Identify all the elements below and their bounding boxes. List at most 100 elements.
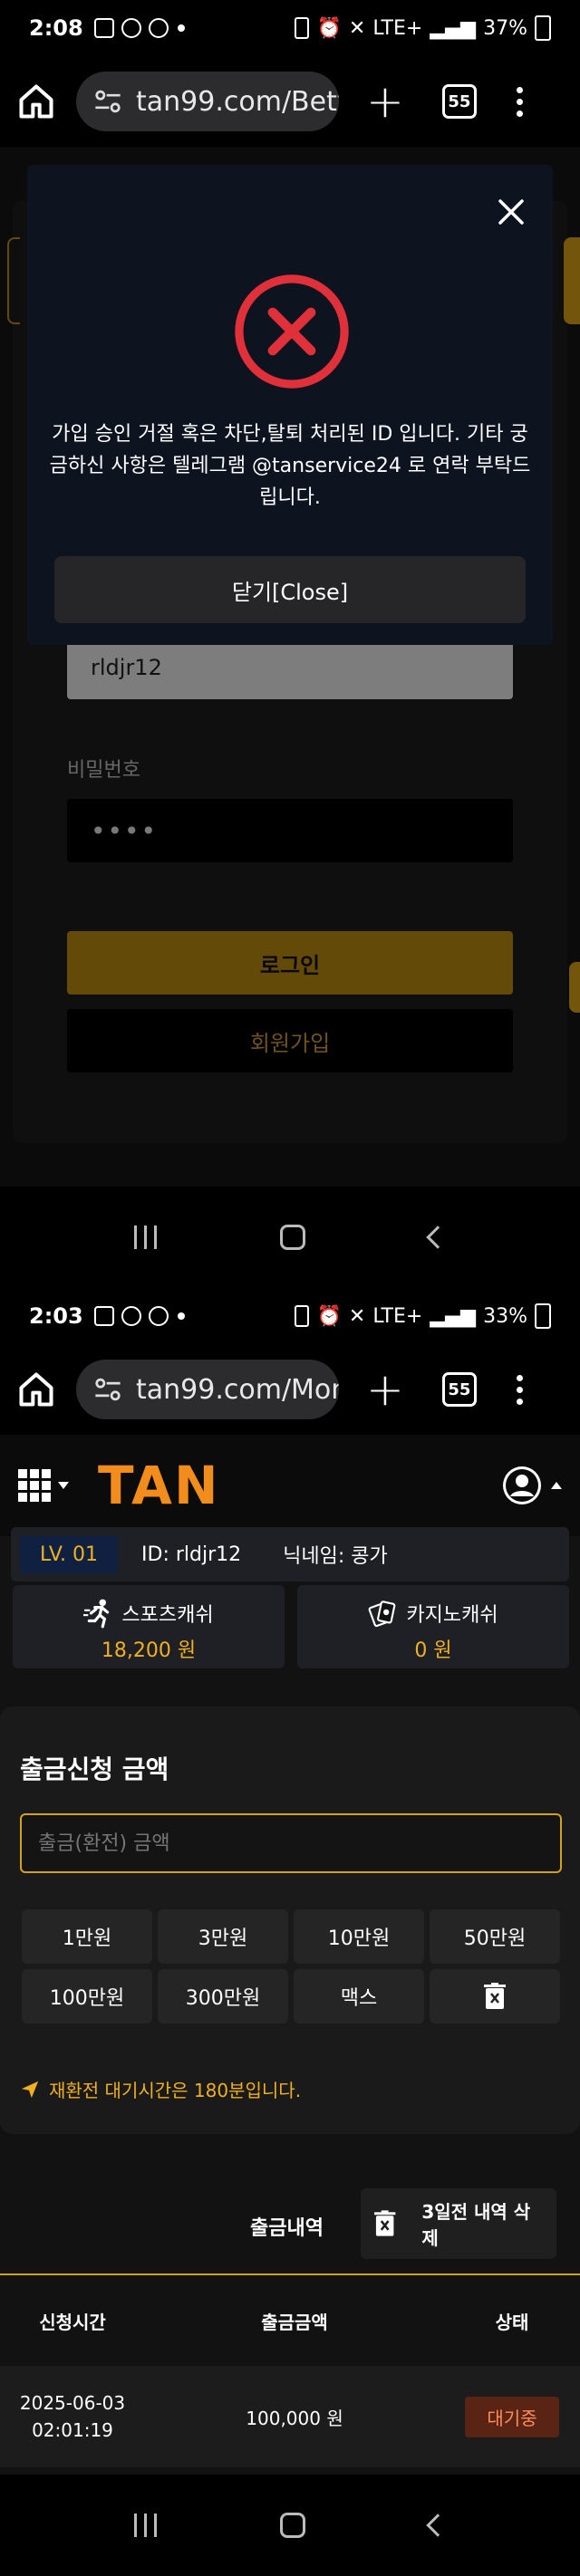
- screenshot-withdraw: 2:03 ⏰ ✕ LTE+ ▂▄▆ 33% tan99.com/Mone + 5…: [0, 1288, 580, 2576]
- home-icon[interactable]: [16, 82, 56, 121]
- account-info-bar: LV. 01 ID: rldjr12 닉네임: 콩가: [11, 1527, 569, 1581]
- battery-icon: [535, 1303, 551, 1329]
- notification-icons: [93, 1306, 169, 1326]
- status-bar: 2:08 ⏰ ✕ LTE+ ▂▄▆ 37%: [0, 0, 580, 56]
- amount-button-100k[interactable]: 10만원: [294, 1909, 424, 1964]
- screenshot-login-error: 2:08 ⏰ ✕ LTE+ ▂▄▆ 37% tan99.com/Bettin +…: [0, 0, 580, 1288]
- history-title: 출금내역: [250, 2217, 324, 2240]
- back-icon[interactable]: [426, 2514, 450, 2537]
- status-right: ⏰ ✕ LTE+ ▂▄▆ 33%: [295, 1303, 551, 1329]
- error-icon: [235, 274, 349, 389]
- android-nav-bar: [0, 1187, 580, 1288]
- more-notifications-dot: [177, 1312, 185, 1320]
- table-row: 2025-06-03 02:01:19 100,000 원 대기중: [0, 2366, 580, 2467]
- amount-button-1m[interactable]: 100만원: [22, 1969, 152, 2023]
- column-header: 출금금액: [261, 2311, 328, 2333]
- trash-icon: [484, 1983, 506, 2009]
- notice-text: 재환전 대기시간은 180분입니다.: [49, 2080, 302, 2101]
- battery-icon: [535, 15, 551, 41]
- chevron-down-icon[interactable]: [551, 1482, 562, 1489]
- amount-button-10k[interactable]: 1만원: [22, 1909, 152, 1964]
- withdraw-amount-input[interactable]: [20, 1813, 562, 1873]
- sports-cash-card[interactable]: 스포츠캐쉬 18,200 원: [13, 1585, 285, 1668]
- sports-cash-value: 18,200 원: [101, 1639, 197, 1662]
- site-logo[interactable]: TAN: [98, 1455, 220, 1516]
- new-tab-icon[interactable]: +: [366, 79, 404, 124]
- amount-buttons: 1만원 3만원 10만원 50만원 100만원 300만원 맥스: [22, 1909, 562, 2023]
- history-header: 출금내역 3일전 내역 삭제: [0, 2187, 580, 2259]
- url-text: tan99.com/Mone: [136, 1373, 339, 1406]
- delete-history-button[interactable]: 3일전 내역 삭제: [361, 2188, 556, 2259]
- tab-switcher-button[interactable]: 55: [441, 84, 477, 119]
- back-icon[interactable]: [426, 1226, 450, 1249]
- status-right: ⏰ ✕ LTE+ ▂▄▆ 37%: [295, 15, 551, 41]
- send-icon: [21, 2081, 39, 2098]
- alarm-icon: ⏰: [316, 16, 342, 40]
- cards-icon: [368, 1600, 396, 1628]
- withdraw-panel: 출금신청 금액 1만원 3만원 10만원 50만원 100만원 300만원 맥스…: [0, 1706, 580, 2134]
- android-nav-bar: [0, 2475, 580, 2576]
- withdraw-amount: 100,000 원: [246, 2407, 343, 2429]
- grid-menu-icon[interactable]: [18, 1469, 51, 1502]
- notification-icons: [93, 18, 169, 38]
- user-menu[interactable]: [500, 1464, 562, 1507]
- tab-switcher-button[interactable]: 55: [441, 1372, 477, 1407]
- signal-icon: ▂▄▆: [430, 1304, 477, 1328]
- delete-history-label: 3일전 내역 삭제: [421, 2201, 531, 2249]
- amount-button-500k[interactable]: 50만원: [430, 1909, 560, 1964]
- level-badge: LV. 01: [20, 1535, 119, 1573]
- error-modal: 가입 승인 거절 혹은 차단,탈퇴 처리된 ID 입니다. 기타 궁금하신 사항…: [27, 165, 553, 645]
- url-bar[interactable]: tan99.com/Bettin: [76, 72, 339, 131]
- home-icon[interactable]: [16, 1370, 56, 1409]
- status-cell: 대기중: [444, 2396, 580, 2437]
- request-date: 2025-06-03: [19, 2392, 126, 2414]
- trash-icon: [373, 2210, 396, 2236]
- chevron-down-icon[interactable]: [58, 1482, 69, 1489]
- status-badge: 대기중: [465, 2396, 559, 2437]
- site-header: TAN: [0, 1435, 580, 1536]
- browser-toolbar: tan99.com/Bettin + 55: [0, 56, 580, 147]
- column-header: 상태: [495, 2311, 529, 2333]
- amount-button-3m[interactable]: 300만원: [158, 1969, 288, 2023]
- recents-icon[interactable]: [134, 1226, 158, 1249]
- withdraw-title: 출금신청 금액: [20, 1754, 169, 1784]
- home-button-icon[interactable]: [280, 2513, 306, 2538]
- site-settings-icon[interactable]: [92, 1376, 123, 1403]
- new-tab-icon[interactable]: +: [366, 1367, 404, 1412]
- runner-icon: [83, 1599, 110, 1629]
- battery-saver-icon: [295, 1305, 310, 1327]
- user-id: ID: rldjr12: [141, 1543, 242, 1566]
- battery-saver-icon: [295, 17, 310, 39]
- error-message: 가입 승인 거절 혹은 차단,탈퇴 처리된 ID 입니다. 기타 궁금하신 사항…: [49, 423, 531, 509]
- casino-cash-value: 0 원: [414, 1639, 452, 1662]
- history-table-header: 신청시간 출금금액 상태: [0, 2275, 580, 2366]
- alarm-icon: ⏰: [316, 1304, 342, 1328]
- browser-menu-icon[interactable]: [516, 1374, 523, 1405]
- mute-icon: ✕: [348, 1304, 366, 1328]
- browser-menu-icon[interactable]: [516, 86, 523, 117]
- request-clock: 02:01:19: [32, 2419, 113, 2441]
- casino-cash-card[interactable]: 카지노캐쉬 0 원: [297, 1585, 569, 1668]
- url-text: tan99.com/Bettin: [136, 85, 339, 118]
- site-settings-icon[interactable]: [92, 88, 123, 115]
- home-button-icon[interactable]: [280, 1225, 306, 1250]
- amount-button-30k[interactable]: 3만원: [158, 1909, 288, 1964]
- amount-button-max[interactable]: 맥스: [294, 1969, 424, 2023]
- close-icon[interactable]: [497, 197, 526, 226]
- url-bar[interactable]: tan99.com/Mone: [76, 1360, 339, 1419]
- request-time: 2025-06-03 02:01:19: [0, 2389, 145, 2444]
- clear-amount-button[interactable]: [430, 1969, 560, 2023]
- nickname: 닉네임: 콩가: [283, 1545, 388, 1568]
- mute-icon: ✕: [348, 16, 366, 40]
- status-time: 2:03: [29, 1303, 83, 1329]
- sports-cash-label: 스포츠캐쉬: [121, 1604, 214, 1627]
- status-bar: 2:03 ⏰ ✕ LTE+ ▂▄▆ 33%: [0, 1288, 580, 1344]
- close-button[interactable]: 닫기[Close]: [54, 556, 526, 623]
- network-label: LTE+: [372, 1304, 423, 1328]
- network-label: LTE+: [372, 16, 423, 40]
- status-time: 2:08: [29, 15, 83, 41]
- recents-icon[interactable]: [134, 2514, 158, 2537]
- column-header: 신청시간: [39, 2311, 106, 2333]
- signal-icon: ▂▄▆: [430, 16, 477, 40]
- user-icon[interactable]: [500, 1464, 544, 1507]
